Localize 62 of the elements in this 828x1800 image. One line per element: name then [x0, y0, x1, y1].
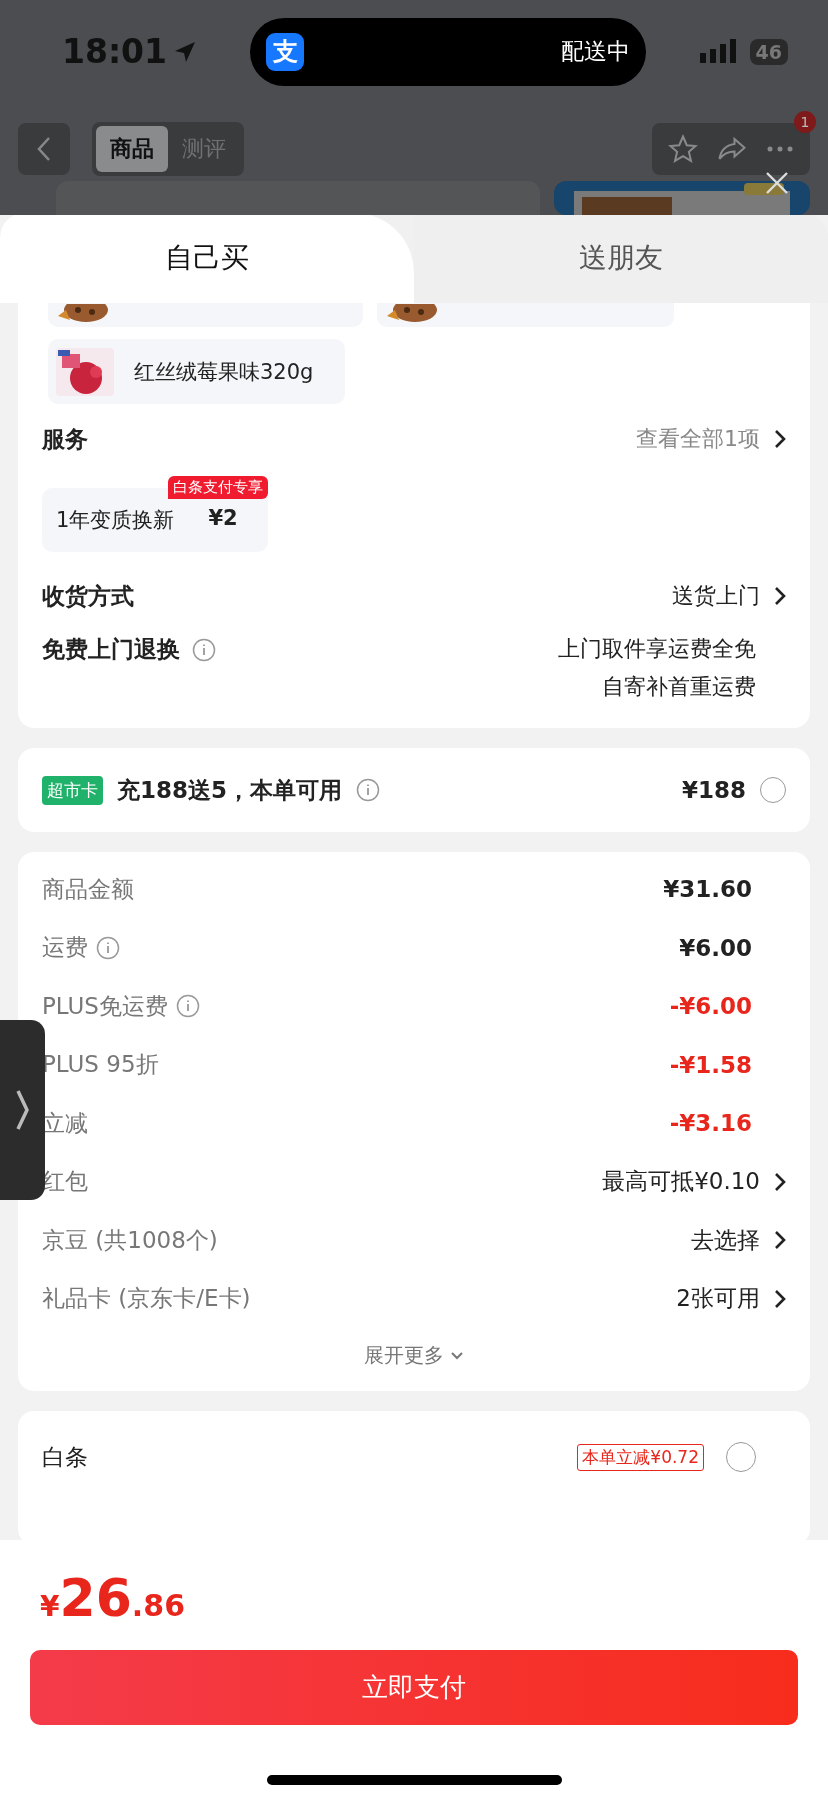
segment-tab[interactable]: 商品	[96, 126, 168, 173]
section-title: 服务	[42, 424, 88, 454]
summary-value: ¥31.60	[663, 876, 752, 903]
close-icon	[764, 170, 790, 196]
chevron-down-icon	[450, 1350, 464, 1361]
discount-tag: 本单立减¥0.72	[577, 1443, 704, 1471]
chevron-icon	[774, 429, 786, 449]
location-arrow-icon	[173, 39, 198, 64]
side-handle[interactable]	[0, 1020, 45, 1200]
summary-value: -¥3.16	[669, 1110, 752, 1137]
summary-link[interactable]: 最高可抵¥0.10	[602, 1166, 786, 1198]
return-note: 自寄补首重运费	[602, 673, 756, 701]
total-price: ¥26.86	[39, 1567, 186, 1630]
notification-badge: 1	[794, 111, 816, 134]
sheet-tab[interactable]: 自己买	[0, 213, 414, 303]
summary-label: 运费	[42, 932, 120, 964]
return-note: 上门取件享运费全免	[558, 635, 756, 663]
info-icon	[192, 637, 216, 662]
info-icon	[176, 994, 200, 1019]
summary-label: PLUS免运费	[42, 990, 200, 1022]
info-icon	[96, 935, 120, 960]
more-icon[interactable]	[766, 145, 794, 154]
delivery-link[interactable]: 送货上门	[672, 581, 786, 611]
offer-text: 充188送5，本单可用	[117, 775, 342, 805]
summary-label: 商品金额	[42, 874, 134, 904]
summary-label: 立减	[42, 1108, 88, 1138]
radio-button[interactable]	[726, 1442, 756, 1472]
product-item[interactable]	[48, 303, 363, 327]
chevron-icon	[774, 1230, 786, 1251]
summary-label: 礼品卡 (京东卡/E卡)	[42, 1284, 251, 1314]
battery-indicator: 46	[749, 38, 788, 65]
island-status-text: 配送中	[561, 37, 631, 67]
product-item[interactable]: 红丝绒莓果味320g	[48, 339, 345, 404]
view-all-link[interactable]: 查看全部1项	[636, 424, 786, 454]
section-title: 收货方式	[42, 581, 134, 611]
card-tag: 超市卡	[42, 775, 103, 805]
offer-price: ¥188	[682, 777, 746, 803]
product-name: 红丝绒莓果味320g	[134, 358, 314, 386]
expand-more-button[interactable]: 展开更多	[364, 1328, 464, 1391]
status-time: 18:01	[62, 32, 198, 72]
back-button[interactable]	[18, 123, 70, 176]
info-icon	[356, 778, 380, 802]
summary-label: 京豆 (共1008个)	[42, 1225, 218, 1255]
summary-value: -¥6.00	[669, 993, 752, 1020]
payment-label: 白条	[42, 1442, 88, 1472]
summary-value: ¥6.00	[679, 934, 752, 961]
chevron-icon	[774, 1288, 786, 1309]
pay-button[interactable]: 立即支付	[30, 1650, 798, 1725]
summary-link[interactable]: 2张可用	[676, 1283, 786, 1315]
product-item[interactable]	[377, 303, 674, 327]
radio-button[interactable]	[760, 777, 786, 803]
chevron-right-icon	[14, 1088, 31, 1132]
back-icon	[36, 136, 52, 163]
close-button[interactable]	[764, 170, 790, 196]
summary-link[interactable]: 去选择	[691, 1224, 786, 1256]
chevron-icon	[774, 586, 786, 606]
section-title: 免费上门退换	[42, 634, 216, 665]
star-icon[interactable]	[668, 134, 698, 165]
promo-tag: 白条支付专享	[167, 476, 268, 499]
app-icon: 支	[266, 32, 305, 71]
summary-value: -¥1.58	[669, 1051, 752, 1078]
chevron-icon	[774, 1171, 786, 1192]
